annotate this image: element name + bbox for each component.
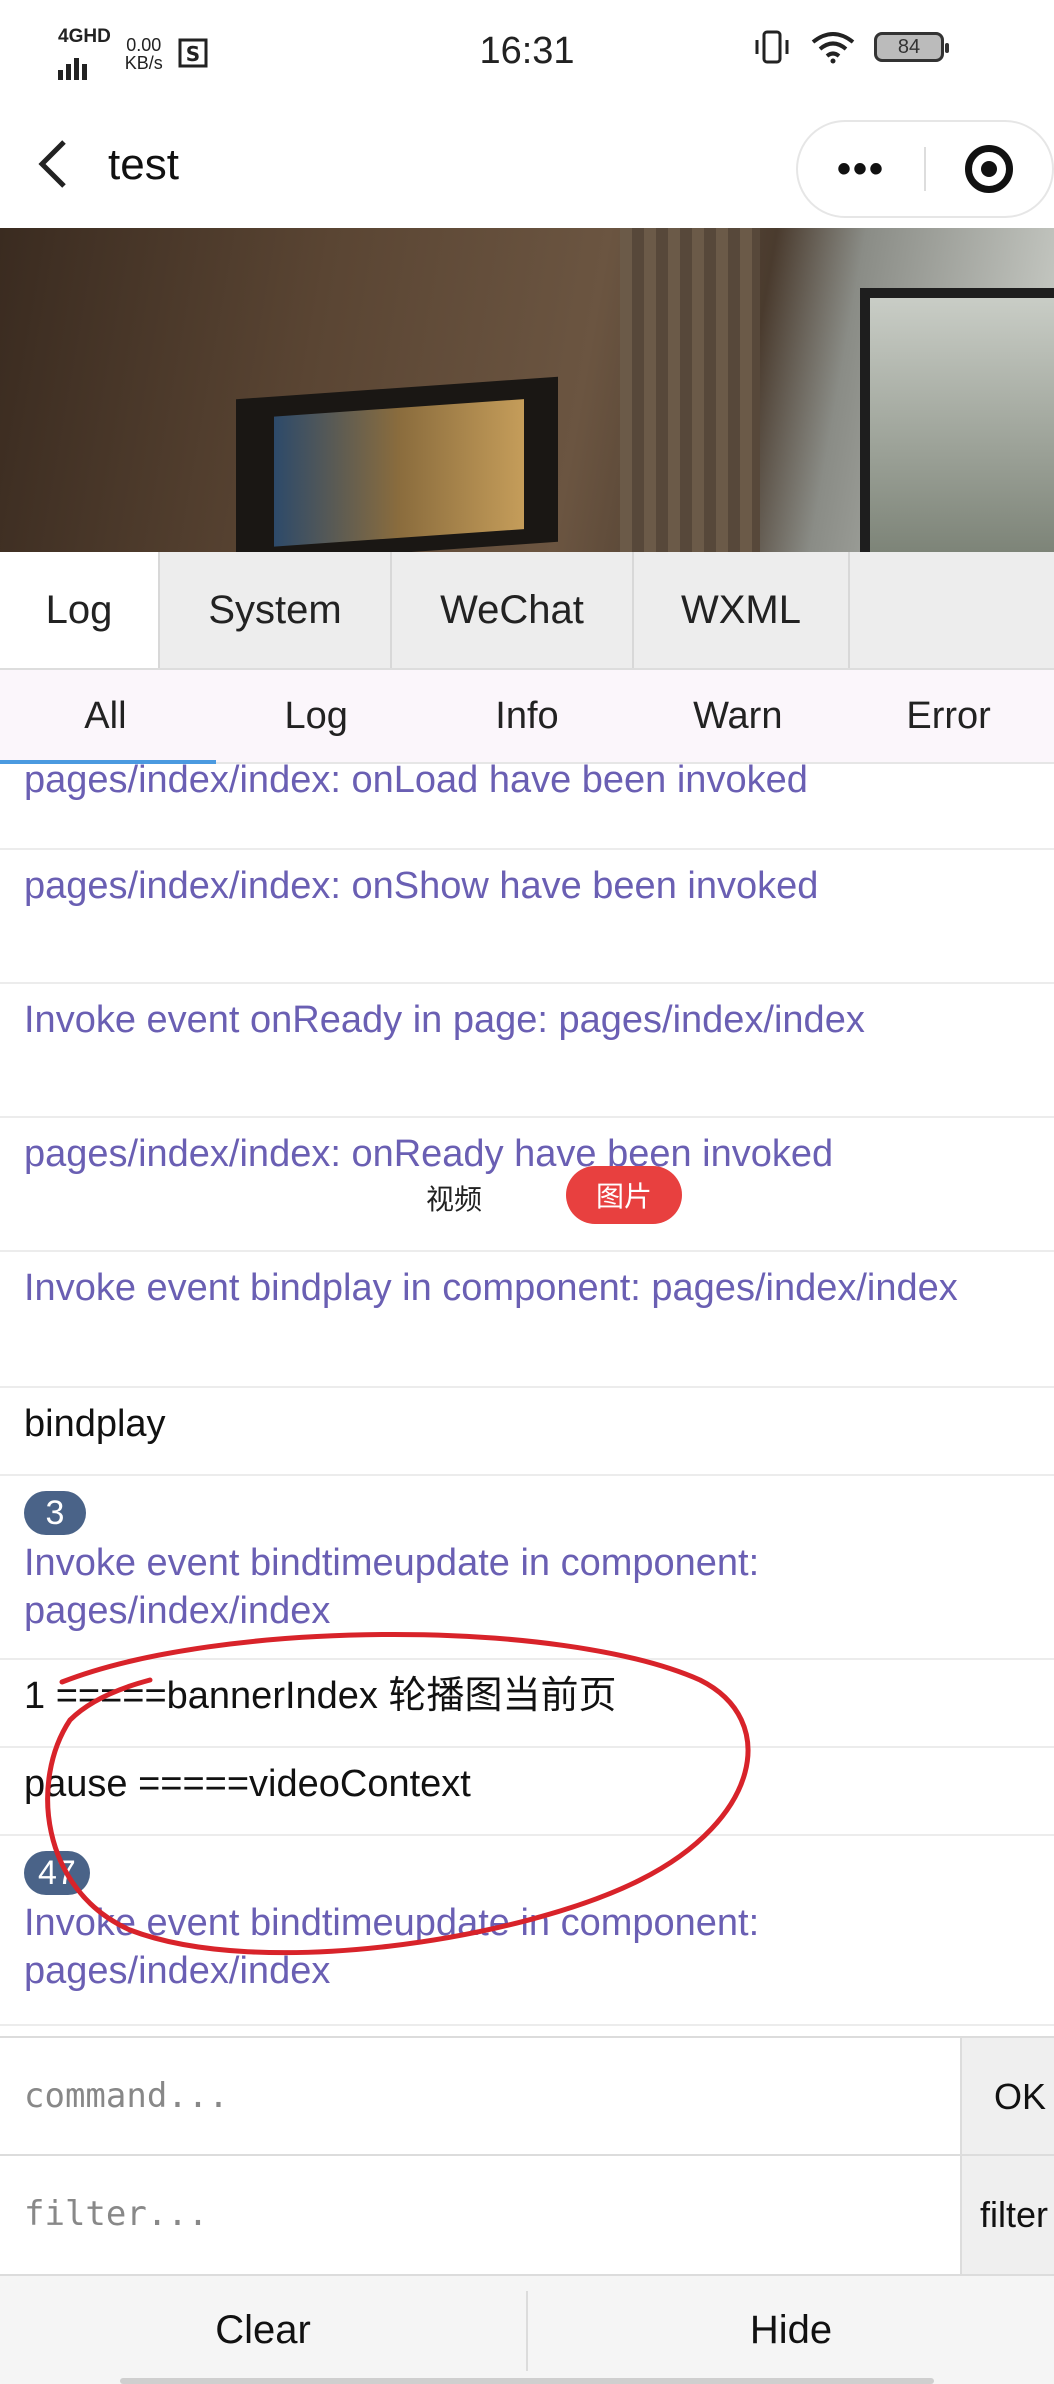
subtab-log[interactable]: Log (211, 670, 422, 762)
wifi-icon (811, 32, 855, 64)
command-row: OK (0, 2036, 1054, 2156)
log-text: pages/index/index: onReady have been inv… (24, 1133, 834, 1175)
subtab-all[interactable]: All (0, 670, 216, 764)
clear-button[interactable]: Clear (0, 2276, 526, 2384)
tab-wechat[interactable]: WeChat (392, 552, 634, 668)
log-text: pages/index/index: onShow have been invo… (24, 865, 819, 907)
page-title: test (108, 140, 179, 189)
vconsole-footer: Clear Hide (0, 2274, 1054, 2384)
log-entry: Invoke event onReady in page: pages/inde… (0, 984, 1054, 1118)
log-text: Invoke event bindtimeupdate in component… (24, 1542, 760, 1632)
banner-window (860, 288, 1054, 552)
vibrate-icon (755, 30, 789, 64)
tab-wxml[interactable]: WXML (634, 552, 850, 668)
log-text: Invoke event bindplay in component: page… (24, 1267, 958, 1309)
log-entry: Invoke event bindplay in component: page… (0, 1252, 1054, 1388)
log-entry: pages/index/index: onLoad have been invo… (0, 764, 1054, 850)
log-entry: pages/index/index: onReady have been inv… (0, 1118, 1054, 1252)
tab-system[interactable]: System (160, 552, 392, 668)
log-entry: pages/index/index: onShow have been invo… (0, 850, 1054, 984)
banner-image[interactable] (0, 228, 1054, 552)
close-mini-program-button[interactable] (926, 145, 1052, 193)
navigation-bar: test ••• (0, 110, 1054, 228)
log-text: pages/index/index: onLoad have been invo… (24, 764, 808, 801)
repeat-count-badge: 3 (24, 1491, 86, 1535)
subtab-warn[interactable]: Warn (632, 670, 843, 762)
battery-level: 84 (897, 35, 921, 58)
log-text: Invoke event onReady in page: pages/inde… (24, 999, 865, 1041)
log-entry: bindplay (0, 1388, 1054, 1476)
banner-curtain (620, 228, 760, 552)
log-text: Invoke event bindtimeupdate in component… (24, 1902, 760, 1992)
command-ok-button[interactable]: OK (960, 2038, 1054, 2156)
video-tab-label[interactable]: 视频 (426, 1178, 482, 1218)
back-button[interactable] (34, 136, 80, 196)
hide-button[interactable]: Hide (528, 2276, 1054, 2384)
subtab-error[interactable]: Error (843, 670, 1054, 762)
repeat-count-badge: 47 (24, 1851, 90, 1895)
log-entry: 3 Invoke event bindtimeupdate in compone… (0, 1476, 1054, 1660)
status-bar: 4GHD 0.00 KB/s S 16:31 84 (0, 0, 1054, 110)
filter-row: filter (0, 2154, 1054, 2274)
tab-log[interactable]: Log (0, 552, 160, 668)
log-list[interactable]: pages/index/index: onLoad have been invo… (0, 764, 1054, 2034)
more-dots-icon: ••• (837, 146, 886, 191)
home-indicator (120, 2378, 934, 2384)
log-level-tabs: All Log Info Warn Error (0, 670, 1054, 764)
log-entry: 47 Invoke event bindtimeupdate in compon… (0, 1836, 1054, 2026)
picture-tab-pill[interactable]: 图片 (566, 1166, 682, 1224)
banner-tv (236, 376, 558, 552)
filter-input[interactable] (24, 2184, 944, 2244)
battery-icon: 84 (874, 32, 949, 62)
log-entry: pause =====videoContext (0, 1748, 1054, 1836)
log-text: bindplay (24, 1403, 166, 1445)
status-right: 84 (752, 30, 949, 64)
subtab-info[interactable]: Info (422, 670, 633, 762)
log-text: 1 =====bannerIndex 轮播图当前页 (24, 1675, 617, 1717)
filter-button[interactable]: filter (960, 2156, 1054, 2274)
vconsole-tabs: Log System WeChat WXML (0, 552, 1054, 670)
command-input[interactable] (24, 2066, 944, 2126)
log-entry: 1 =====bannerIndex 轮播图当前页 (0, 1660, 1054, 1748)
chevron-left-icon (38, 140, 66, 188)
more-menu-button[interactable]: ••• (798, 147, 924, 192)
mini-program-capsule: ••• (796, 120, 1054, 218)
target-icon (964, 145, 1013, 193)
log-text: pause =====videoContext (24, 1763, 471, 1805)
